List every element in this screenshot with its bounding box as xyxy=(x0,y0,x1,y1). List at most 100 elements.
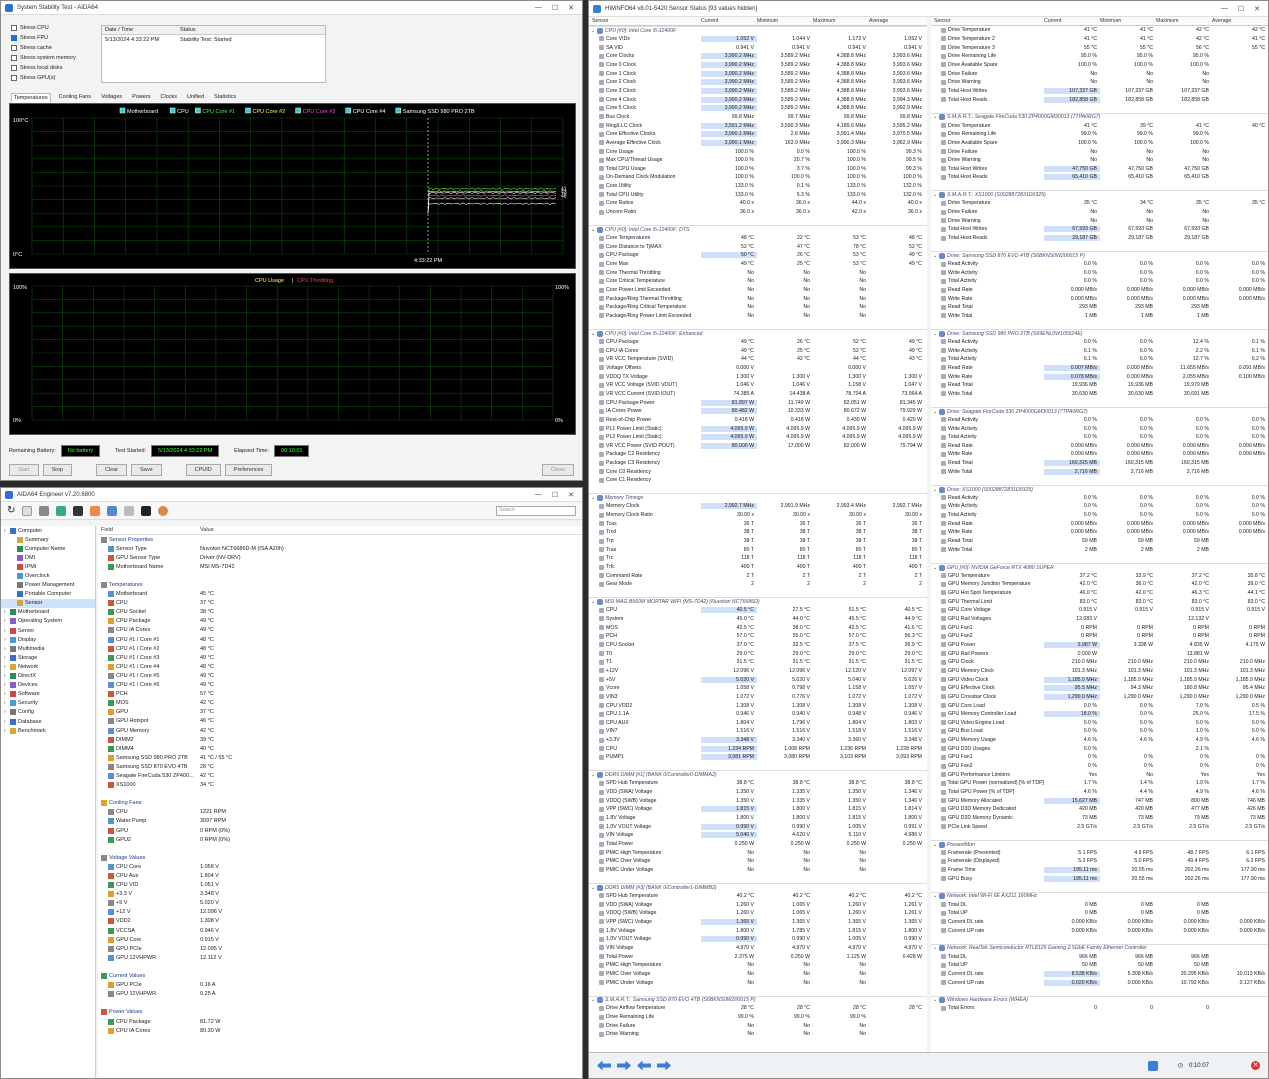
sensor-row[interactable]: +5 V 5.020 V xyxy=(98,899,582,908)
sensor-section-header[interactable]: ⌄ S.M.A.R.T.: XS1000 (S0028872831D0325) xyxy=(931,190,1268,199)
sensor-row[interactable]: Core Temperatures 48 °C 22 °C 53 °C 48 °C xyxy=(589,234,927,243)
tree-item[interactable]: › Benchmark xyxy=(1,726,95,735)
sensor-row[interactable]: VR VCC Power (SVID POUT) 80.000 W 17.000 W… xyxy=(589,442,927,451)
sensor-row[interactable]: VR VCC Voltage (SVID VOUT) 1.046 V 1.046 V… xyxy=(589,381,927,390)
sensor-row[interactable]: Total Host Reads 29,187 GB 29,187 GB 29,187… xyxy=(931,234,1268,243)
sensor-row[interactable]: Total Activity 0.0 % 0.0 % 0.0 % 0.0 % xyxy=(931,277,1268,286)
sensor-row[interactable] xyxy=(98,790,582,799)
sensor-row[interactable]: Read Activity 0.0 % 0.0 % 0.0 % 0.0 % xyxy=(931,493,1268,502)
sensor-row[interactable]: +12 V 12.096 V xyxy=(98,908,582,917)
checkbox-icon[interactable] xyxy=(11,25,17,31)
sensor-row[interactable]: Total Power 0.250 W 0.250 W 0.250 W 0.250 W xyxy=(589,840,927,849)
sensor-row[interactable]: Total Power 2.375 W 0.250 W 1.125 W 0.428 W xyxy=(589,952,927,961)
sensor-row[interactable]: Read Activity 0.0 % 0.0 % 0.0 % 0.0 % xyxy=(931,260,1268,269)
sensor-row[interactable] xyxy=(98,571,582,580)
sensor-row[interactable]: Read Rate 0.000 MB/s 0.000 MB/s 0.000 MB/s 0… xyxy=(931,519,1268,528)
tab-unified[interactable]: Unified xyxy=(185,93,206,102)
sensor-row[interactable]: Frame Time 195.11 ms 20.55 ms 202.26 ms 177.… xyxy=(931,866,1268,875)
chevron-icon[interactable]: › xyxy=(4,528,8,534)
sensor-row[interactable]: Total CPU Usage 100.0 % 3.7 % 100.0 % 99.3 % xyxy=(589,165,927,174)
sensor-row[interactable]: Drive Temperature 2 41 °C 41 °C 42 °C 41 °C xyxy=(931,35,1268,44)
legend-checkbox-icon[interactable] xyxy=(245,107,251,114)
maximize-icon[interactable]: ☐ xyxy=(1238,5,1244,13)
sensor-row[interactable]: Read Rate 0.007 MB/s 0.000 MB/s 11.655 MB/s… xyxy=(931,364,1268,373)
sensor-section-header[interactable]: ⌄ DDR5 DIMM [#3] (BANK 0/Controller1-DIMM… xyxy=(589,882,927,892)
sensor-row[interactable]: 1.0V VOUT Voltage 0.990 V 0.990 V 1.005 V 0.… xyxy=(589,935,927,944)
sensor-row[interactable]: Tcas 36 T 36 T 36 T 36 T xyxy=(589,519,927,528)
stress-option[interactable]: Stress CPU xyxy=(11,23,95,33)
stress-option[interactable]: Stress cache xyxy=(11,43,95,53)
network-icon[interactable] xyxy=(1132,1061,1142,1071)
sensor-row[interactable] xyxy=(98,844,582,853)
sensor-row[interactable]: PMIC High Temperature No No No xyxy=(589,961,927,970)
sensor-row[interactable]: Voltage Offsets 0.000 V 0.000 V xyxy=(589,364,927,373)
sensor-row[interactable]: Core Max 49 °C 25 °C 53 °C 49 °C xyxy=(589,260,927,269)
sensor-section-header[interactable]: ⌄ Windows Hardware Errors (WHEA) xyxy=(931,995,1268,1005)
sensor-row[interactable]: CPU #1 / Core #5 49 °C xyxy=(98,671,582,680)
sensor-row[interactable]: XS1000 34 °C xyxy=(98,781,582,790)
sensor-row[interactable]: CPU #1 / Core #3 49 °C xyxy=(98,653,582,662)
sensor-row[interactable]: Core Power Limit Exceeded No No No xyxy=(589,286,927,295)
sensor-row[interactable]: CPU VID 1.051 V xyxy=(98,881,582,890)
chevron-icon[interactable]: › xyxy=(4,728,8,734)
sensor-row[interactable]: GPU Fan2 0 % 0 % 0 % 0 % xyxy=(931,762,1268,771)
sensor-row[interactable]: GPU 37 °C xyxy=(98,708,582,717)
sensor-row[interactable]: Framerate (Presented) 5.1 FPS 4.9 FPS 48.7 … xyxy=(931,848,1268,857)
collapse-chevron-icon[interactable]: ⌄ xyxy=(589,28,597,34)
stability-icon[interactable] xyxy=(107,505,118,516)
sensor-row[interactable]: Drive Remaining Life 95.0 % 95.0 % 95.0 % xyxy=(931,52,1268,61)
chevron-icon[interactable]: › xyxy=(4,664,8,670)
sensor-row[interactable]: Drive Available Spare 100.0 % 100.0 % 100.0… xyxy=(931,139,1268,148)
sensor-row[interactable]: Memory Clock 2,992.7 MHz 2,991.9 MHz 2,993.… xyxy=(589,502,927,511)
sensor-row[interactable]: GPU Fan1 0 % 0 % 0 % 0 % xyxy=(931,753,1268,762)
sensor-row[interactable]: Sensor Type Nuvoton NCT6686D-M (ISA A20h) xyxy=(98,544,582,553)
checkbox-icon[interactable] xyxy=(11,45,17,51)
chevron-icon[interactable]: › xyxy=(4,700,8,706)
tree-item[interactable]: › Database xyxy=(1,717,95,726)
sensor-row[interactable]: Write Rate 0.000 MB/s 0.000 MB/s 0.000 MB/s… xyxy=(931,528,1268,537)
sensor-row[interactable]: Core C1 Residency xyxy=(589,476,927,485)
stress-option[interactable]: Stress GPU(s) xyxy=(11,73,95,83)
chevron-icon[interactable]: › xyxy=(4,609,8,615)
sensor-row[interactable]: GPU 0 RPM (0%) xyxy=(98,826,582,835)
sensor-row[interactable]: VDDQ (SWB) Voltage 1.260 V 1.065 V 1.260 V1… xyxy=(589,909,927,918)
sensor-row[interactable]: Drive Remaining Life 99.0 % 99.0 % 99.0 % xyxy=(589,1013,927,1022)
chevron-icon[interactable]: › xyxy=(4,691,8,697)
sensor-row[interactable]: Core Critical Temperature No No No xyxy=(589,277,927,286)
minimize-icon[interactable]: — xyxy=(1221,5,1228,13)
tree-item[interactable]: › Motherboard xyxy=(1,608,95,617)
sensor-row[interactable]: +3.3 V 3.348 V xyxy=(98,890,582,899)
osd-icon[interactable] xyxy=(141,505,152,516)
tree-item[interactable]: › Display xyxy=(1,635,95,644)
sensor-row[interactable]: Seagate FireCuda 530 ZP400... 42 °C xyxy=(98,771,582,780)
sensor-row[interactable]: GPU D3D Memory Dedicated 420 MB 420 MB 477 … xyxy=(931,805,1268,814)
sensor-row[interactable]: CPU Package 50 °C 26 °C 53 °C 49 °C xyxy=(589,251,927,260)
collapse-chevron-icon[interactable]: ⌄ xyxy=(589,227,597,233)
sensor-row[interactable]: Current UP rate 0.000 KB/s 0.000 KB/s 0.000… xyxy=(931,926,1268,935)
sensor-row[interactable]: CPU AUX 1.804 V 1.796 V 1.804 V 1.803 V xyxy=(589,719,927,728)
sensor-row[interactable]: Total UP 0 MB 0 MB 0 MB xyxy=(931,909,1268,918)
sensor-row[interactable]: PL1 Power Limit (Static) 4,095.9 W 4,095.9… xyxy=(589,424,927,433)
sensor-row[interactable]: Average Effective Clock 3,990.1 MHz 163.9 … xyxy=(589,139,927,148)
sensor-row[interactable]: IA Cores Power 80.482 W 10.333 W 80.672 W 79… xyxy=(589,407,927,416)
tree-item[interactable]: › Security xyxy=(1,699,95,708)
cpuid-button[interactable]: CPUID xyxy=(185,464,221,476)
chevron-icon[interactable]: › xyxy=(4,655,8,661)
sensor-row[interactable]: CPU Package Power 81.897 W 11.749 W 82.051 … xyxy=(589,398,927,407)
sensor-row[interactable]: Read Rate 0.000 MB/s 0.000 MB/s 0.000 MB/s 0… xyxy=(931,442,1268,451)
sensor-row[interactable]: MOS 42.5 °C 38.0 °C 42.5 °C 41.6 °C xyxy=(589,623,927,632)
collapse-chevron-icon[interactable]: ⌄ xyxy=(931,192,939,198)
collapse-chevron-icon[interactable]: ⌄ xyxy=(931,842,939,848)
collapse-chevron-icon[interactable]: ⌄ xyxy=(931,114,939,120)
sensor-row[interactable]: Drive Failure No No No xyxy=(931,208,1268,217)
sensor-column-right[interactable]: Sensor Current Minimum Maximum Average Drive … xyxy=(931,17,1268,1052)
sensor-section-header[interactable]: ⌄ GPU [#0]: NVIDIA GeForce RTX 4080 SUPER xyxy=(931,562,1268,572)
sensor-row[interactable]: GPU Thermal Limit 83.0 °C 83.0 °C 83.0 °C 83… xyxy=(931,597,1268,606)
legend-checkbox-icon[interactable] xyxy=(169,107,176,114)
sensor-row[interactable]: Drive Temperature 3 55 °C 55 °C 56 °C 55 °C xyxy=(931,43,1268,52)
settings-icon[interactable] xyxy=(1235,1061,1245,1071)
sensor-row[interactable]: GPU Core Voltage 0.915 V 0.915 V 0.915 V 0.9… xyxy=(931,606,1268,615)
checkbox-icon[interactable] xyxy=(11,75,17,81)
sensor-row[interactable]: Core C0 Residency xyxy=(589,467,927,476)
sensor-row[interactable]: Write Activity 0.0 % 0.0 % 0.0 % 0.0 % xyxy=(931,424,1268,433)
